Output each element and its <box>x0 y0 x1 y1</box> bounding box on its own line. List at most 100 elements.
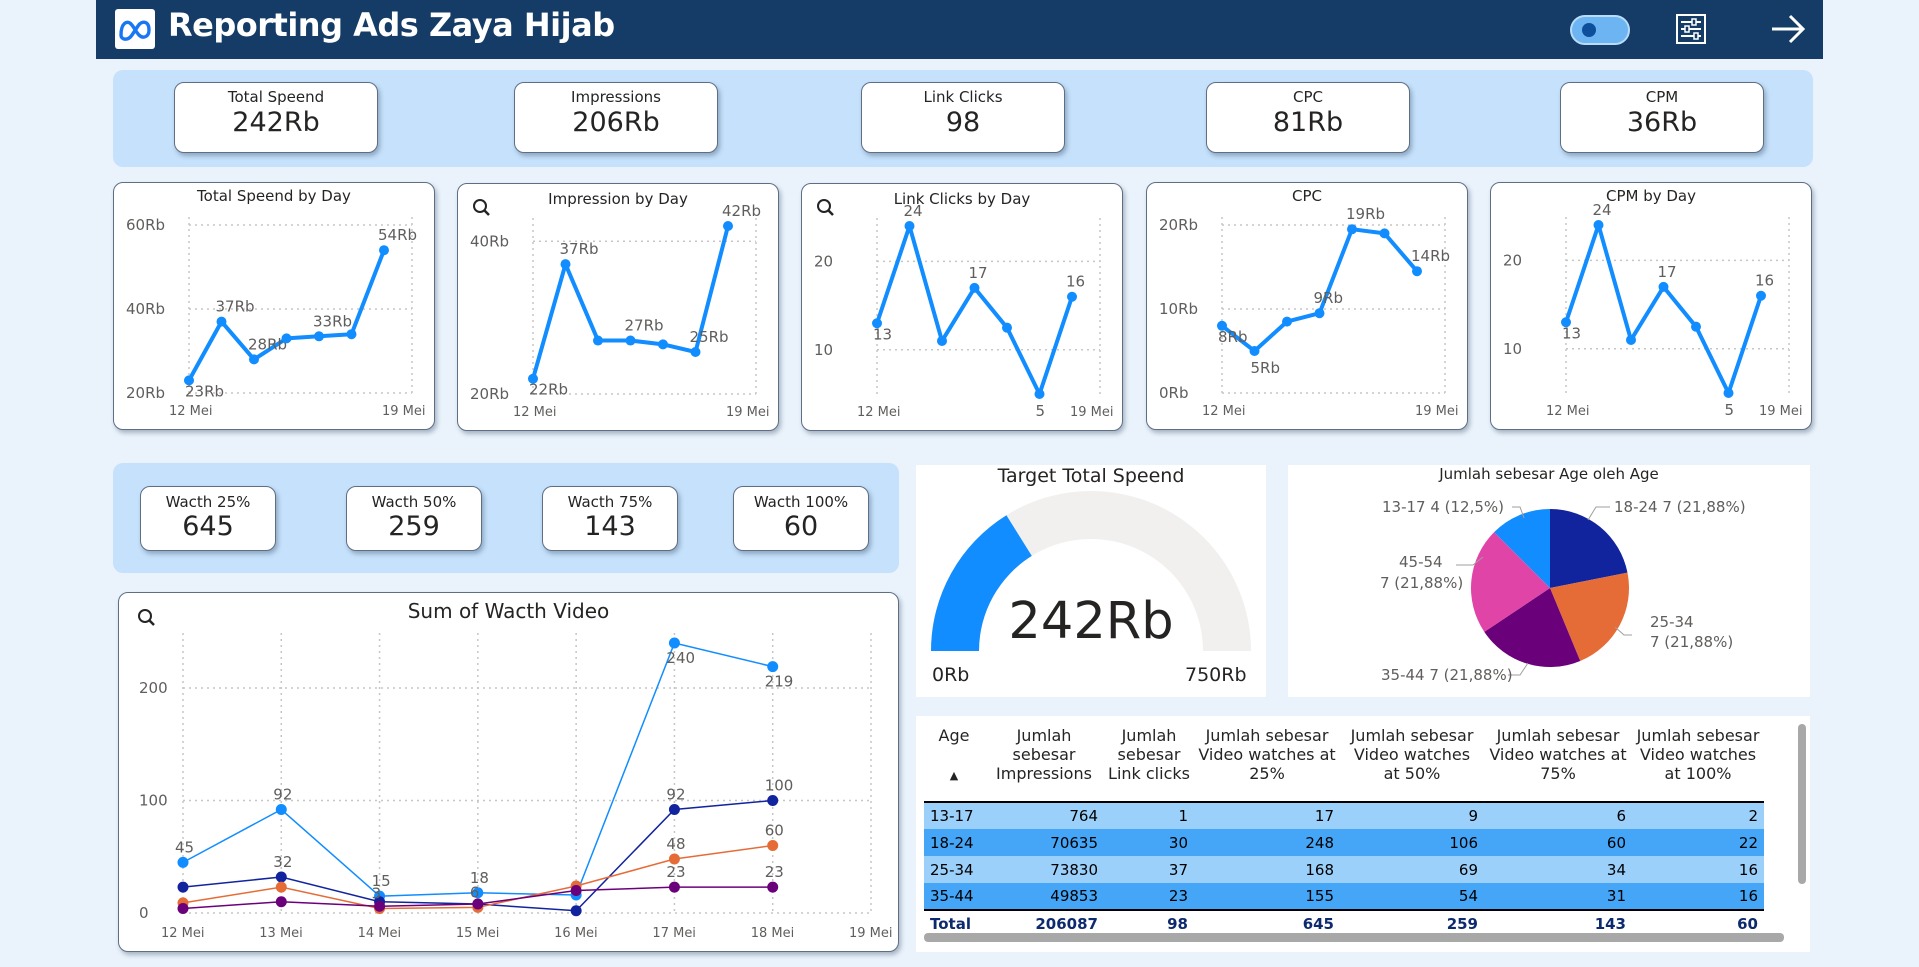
magnifier-icon[interactable] <box>138 609 155 626</box>
data-point <box>1626 334 1636 345</box>
data-label: 13 <box>873 325 892 343</box>
multi-line-chart-svg: 12 Mei 13 Mei 14 Mei 15 Mei 16 Mei 17 Mei 18 M… <box>138 609 893 941</box>
kpi-card-watch-25[interactable]: Wacth 25% 645 <box>140 486 276 551</box>
kpi-value: 206Rb <box>572 107 660 138</box>
x-tick-label: 12 Mei <box>513 405 557 420</box>
kpi-card-impressions[interactable]: Impressions 206Rb <box>514 82 718 153</box>
kpi-label: CPM <box>1645 88 1679 106</box>
table-header[interactable]: Jumlah sebesar Video watches at 100% <box>1632 726 1764 802</box>
data-point <box>1691 321 1701 332</box>
data-label: 22Rb <box>529 381 568 399</box>
meta-logo-icon <box>115 9 155 49</box>
data-label: 5Rb <box>1251 359 1281 377</box>
chart-impression-by-day[interactable]: Impression by Day 20Rb 40Rb 12 Mei 19 Mei 22… <box>457 183 779 431</box>
data-point <box>593 335 603 346</box>
chart-link-clicks-by-day[interactable]: Link Clicks by Day 10 20 12 Mei 19 Mei 13 24 1… <box>801 183 1123 431</box>
x-tick-label: 12 Mei <box>169 404 213 419</box>
table-row[interactable]: 25-34 73830 37 168 69 34 16 <box>924 856 1764 883</box>
data-label: 48 <box>666 835 685 853</box>
toggle-switch-icon[interactable] <box>1570 15 1630 45</box>
table-cell: 31 <box>1484 883 1632 910</box>
data-point <box>767 840 779 851</box>
kpi-card-cpm[interactable]: CPM 36Rb <box>1560 82 1764 153</box>
data-point <box>723 221 733 231</box>
data-label: 240 <box>666 649 695 667</box>
age-table-panel[interactable]: Age ▲ Jumlah sebesar Impressions Jumlah s… <box>916 716 1810 952</box>
table-header[interactable]: Jumlah sebesar Impressions <box>984 726 1104 802</box>
data-label: 45 <box>175 838 194 856</box>
gauge-target-total-spend[interactable]: Target Total Speend 242Rb 0Rb 750Rb <box>916 465 1266 697</box>
table-row[interactable]: 18-24 70635 30 248 106 60 22 <box>924 829 1764 856</box>
table-cell: 764 <box>984 802 1104 829</box>
kpi-label: Link Clicks <box>923 88 1003 106</box>
table-cell: 49853 <box>984 883 1104 910</box>
data-point <box>1723 388 1734 398</box>
kpi-card-cpc[interactable]: CPC 81Rb <box>1206 82 1410 153</box>
data-label: 14Rb <box>1411 247 1450 265</box>
chart-cpm-by-day[interactable]: CPM by Day 10 20 12 Mei 19 Mei 13 24 17 5 16 <box>1490 182 1812 430</box>
y-tick-label: 0Rb <box>1159 384 1189 402</box>
data-label: 37Rb <box>216 298 255 316</box>
table-cell: 30 <box>1104 829 1194 856</box>
data-label: 3 <box>372 885 382 903</box>
table-cell: 37 <box>1104 856 1194 883</box>
kpi-card-watch-100[interactable]: Wacth 100% 60 <box>733 486 869 551</box>
data-point <box>216 316 227 327</box>
data-point <box>249 354 259 365</box>
data-point <box>1002 322 1012 333</box>
sort-ascending-icon[interactable]: ▲ <box>950 769 958 782</box>
kpi-card-watch-75[interactable]: Wacth 75% 143 <box>542 486 678 551</box>
x-tick-label: 19 Mei <box>849 926 893 941</box>
kpi-value: 259 <box>388 511 440 542</box>
kpi-label: CPC <box>1293 88 1323 106</box>
chart-sum-of-watch-video[interactable]: Sum of Wacth Video 12 Mei 13 Mei 14 Mei 15 … <box>118 592 899 952</box>
chart-total-spend-by-day[interactable]: Total Speend by Day 20Rb 40Rb 60Rb 12 Mei 19… <box>113 182 435 430</box>
data-label: 23Rb <box>185 382 224 400</box>
data-label: 17 <box>1658 263 1677 281</box>
data-point <box>314 331 324 342</box>
table-header[interactable]: Jumlah sebesar Video watches at 50% <box>1340 726 1484 802</box>
magnifier-icon[interactable] <box>817 199 834 216</box>
magnifier-icon[interactable] <box>473 199 490 216</box>
data-point <box>379 245 389 256</box>
y-tick-label: 20 <box>814 252 833 270</box>
data-point <box>625 335 636 346</box>
x-tick-label: 12 Mei <box>161 926 205 941</box>
chart-cpc[interactable]: CPC 0Rb 10Rb 20Rb 12 Mei 19 Mei 8Rb 5Rb 9Rb 19Rb… <box>1146 182 1468 430</box>
kpi-card-link-clicks[interactable]: Link Clicks 98 <box>861 82 1065 153</box>
table-cell: 155 <box>1194 883 1340 910</box>
data-point <box>1412 266 1422 277</box>
table-header[interactable]: Jumlah sebesar Video watches at 75% <box>1484 726 1632 802</box>
y-tick-label: 20 <box>1503 251 1522 269</box>
table-header[interactable]: Jumlah sebesar Link clicks <box>1104 726 1194 802</box>
table-header-age[interactable]: Age ▲ <box>924 726 984 802</box>
gauge-svg <box>931 491 1251 651</box>
table-header[interactable]: Jumlah sebesar Video watches at 25% <box>1194 726 1340 802</box>
line-chart-svg: 10 20 12 Mei 19 Mei 13 24 17 5 16 <box>814 199 1114 420</box>
kpi-label: Wacth 75% <box>567 493 653 511</box>
table-cell: 13-17 <box>924 802 984 829</box>
table-cell: 70635 <box>984 829 1104 856</box>
kpi-label: Total Speend <box>227 88 325 106</box>
data-point <box>767 881 779 893</box>
x-tick-label: 19 Mei <box>1759 404 1803 419</box>
x-tick-label: 19 Mei <box>1070 405 1114 420</box>
data-point <box>346 329 357 340</box>
table-vertical-scrollbar[interactable] <box>1798 724 1806 884</box>
data-label: 16 <box>1066 273 1085 291</box>
table-horizontal-scrollbar[interactable] <box>924 933 1784 942</box>
pie-age-panel[interactable]: 18-24 7 (21,88%) 25-34 7 (21,88%) 35-44 7 (… <box>1288 465 1810 697</box>
table-cell: 25-34 <box>924 856 984 883</box>
data-point <box>1347 224 1357 235</box>
age-table: Age ▲ Jumlah sebesar Impressions Jumlah s… <box>924 726 1764 937</box>
table-row[interactable]: 13-17 764 1 17 9 6 2 <box>924 802 1764 829</box>
arrow-right-icon[interactable] <box>1768 10 1808 48</box>
data-label: 28Rb <box>248 335 287 353</box>
kpi-value: 645 <box>182 511 234 542</box>
table-row[interactable]: 35-44 49853 23 155 54 31 16 <box>924 883 1764 910</box>
kpi-value: 143 <box>584 511 636 542</box>
header-label: Age <box>938 726 970 745</box>
sliders-filter-icon[interactable] <box>1674 12 1708 46</box>
kpi-card-watch-50[interactable]: Wacth 50% 259 <box>346 486 482 551</box>
kpi-card-total-spend[interactable]: Total Speend 242Rb <box>174 82 378 153</box>
